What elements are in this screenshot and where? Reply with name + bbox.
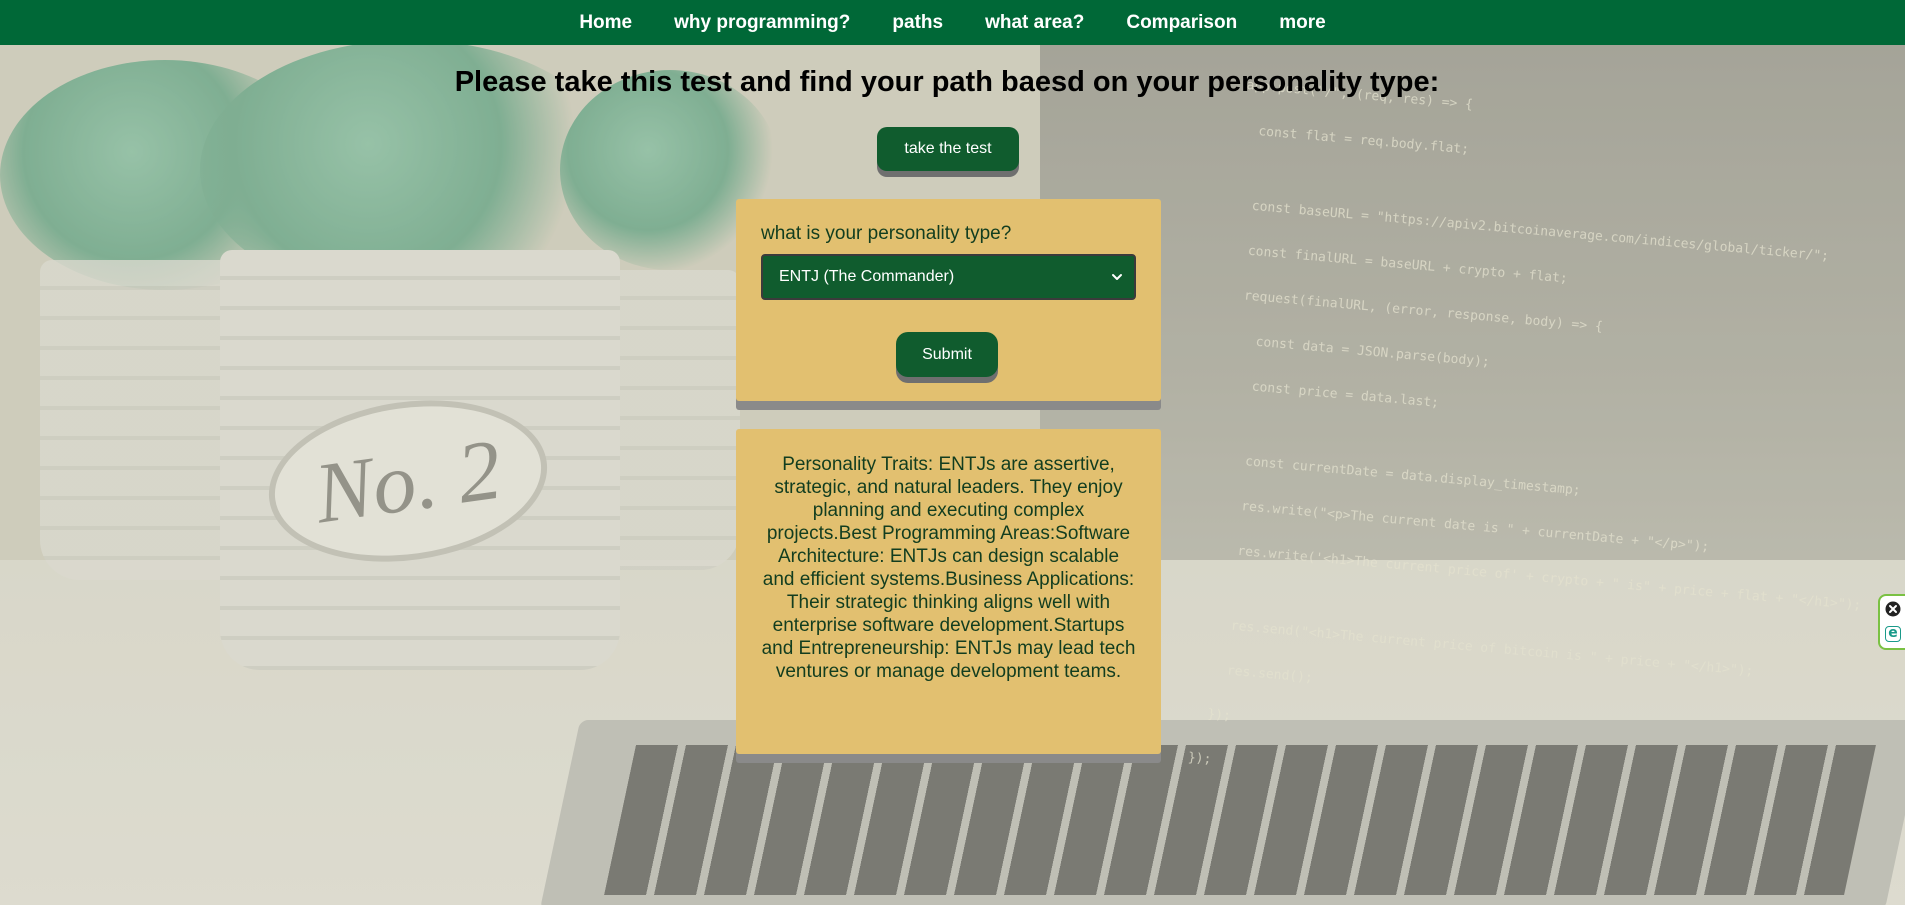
e-icon[interactable]: e [1885, 626, 1901, 642]
selected-personality-type: ENTJ (The Commander) [779, 268, 955, 285]
personality-form-card: what is your personality type? ENTJ (The… [736, 199, 1161, 401]
nav-more[interactable]: more [1279, 12, 1325, 34]
personality-question-label: what is your personality type? [761, 223, 1012, 244]
nav-comparison[interactable]: Comparison [1126, 12, 1237, 34]
nav-paths[interactable]: paths [892, 12, 943, 34]
nav-home[interactable]: Home [579, 12, 632, 34]
close-icon[interactable] [1885, 601, 1901, 617]
top-navbar: Home why programming? paths what area? C… [0, 0, 1905, 45]
take-test-button[interactable]: take the test [877, 127, 1019, 171]
submit-button[interactable]: Submit [896, 332, 998, 377]
result-card: Personality Traits: ENTJs are assertive,… [736, 429, 1161, 754]
nav-what-area[interactable]: what area? [985, 12, 1084, 34]
personality-type-select[interactable]: ENTJ (The Commander) [761, 254, 1136, 300]
page-title: Please take this test and find your path… [454, 66, 1440, 98]
personality-result-text: Personality Traits: ENTJs are assertive,… [761, 454, 1136, 682]
side-extension-widget: e [1878, 594, 1905, 650]
chevron-down-icon [1112, 274, 1122, 280]
nav-why-programming[interactable]: why programming? [674, 12, 850, 34]
